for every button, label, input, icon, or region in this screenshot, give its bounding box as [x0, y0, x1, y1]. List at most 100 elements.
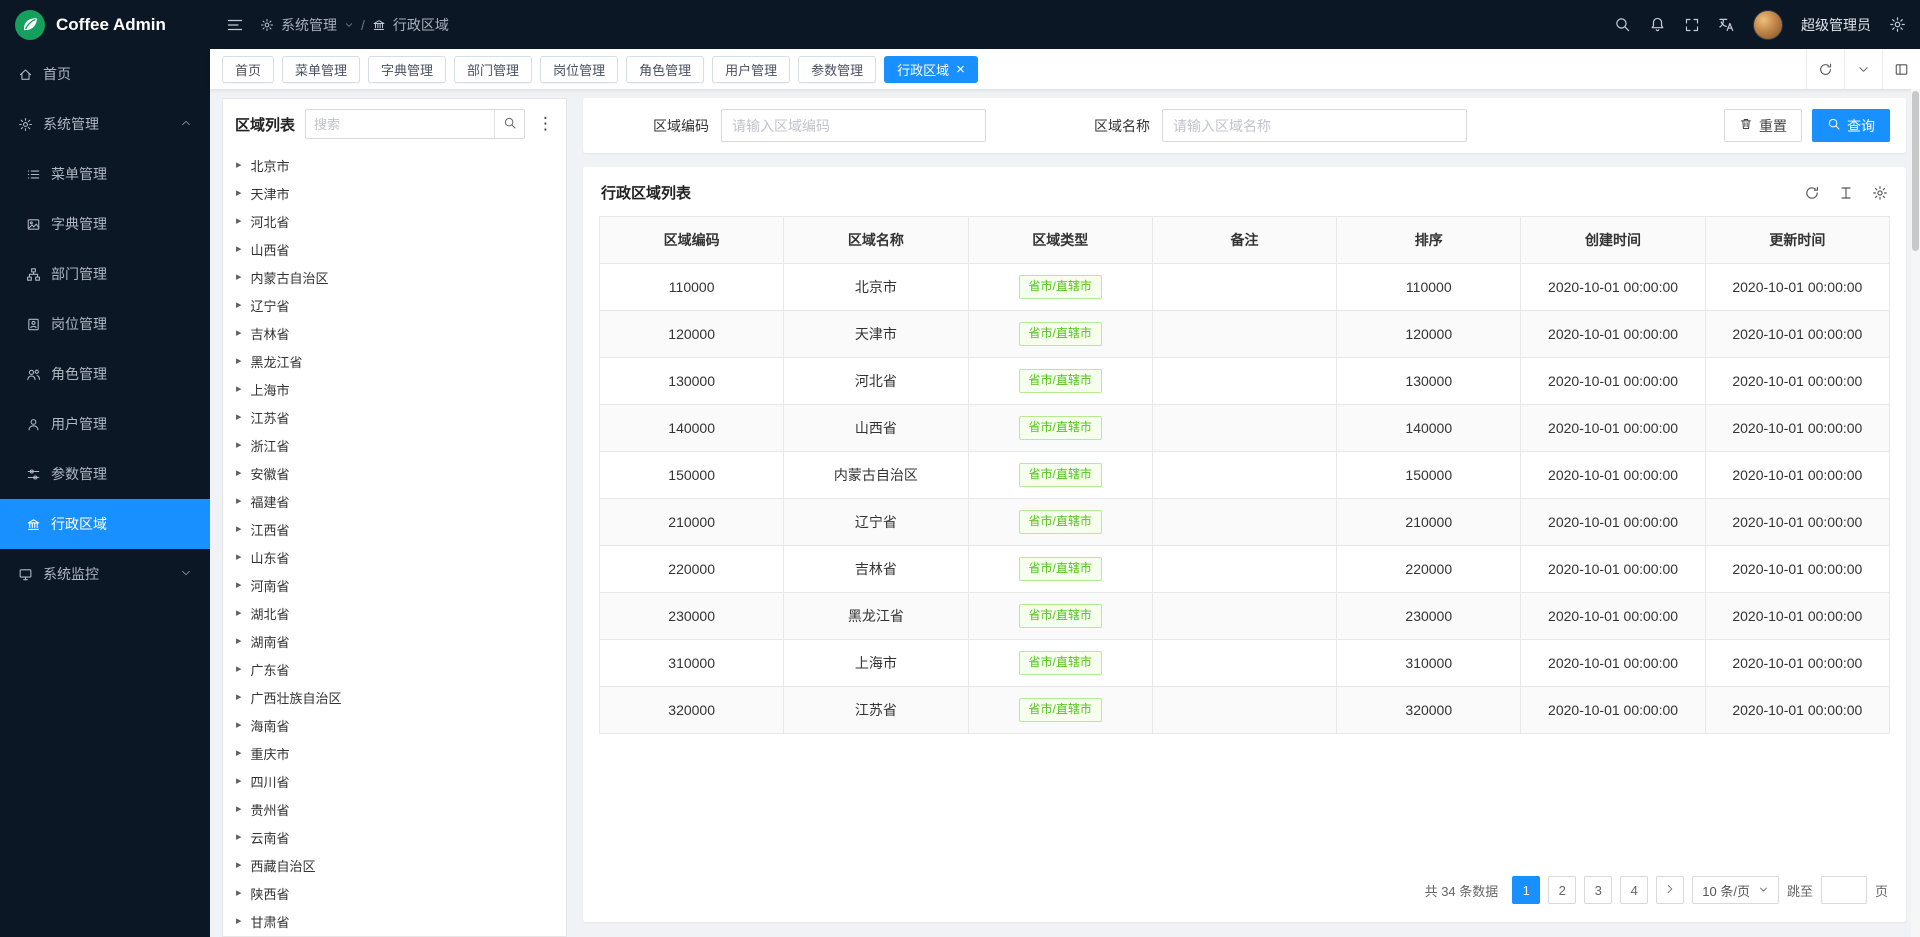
chevron-right-icon[interactable]: ▸	[236, 496, 242, 507]
tree-item-西藏自治区[interactable]: ▸西藏自治区	[223, 851, 566, 879]
sidebar-item-字典管理[interactable]: 字典管理	[0, 199, 210, 249]
sidebar-item-部门管理[interactable]: 部门管理	[0, 249, 210, 299]
user-name[interactable]: 超级管理员	[1801, 15, 1871, 35]
chevron-right-icon[interactable]: ▸	[236, 384, 242, 395]
chevron-right-icon[interactable]: ▸	[236, 916, 242, 927]
tree-item-吉林省[interactable]: ▸吉林省	[223, 319, 566, 347]
chevron-right-icon[interactable]: ▸	[236, 272, 242, 283]
tree-item-黑龙江省[interactable]: ▸黑龙江省	[223, 347, 566, 375]
tree-item-广东省[interactable]: ▸广东省	[223, 655, 566, 683]
tree-item-河南省[interactable]: ▸河南省	[223, 571, 566, 599]
chevron-right-icon[interactable]: ▸	[236, 580, 242, 591]
sidebar-item-行政区域[interactable]: 行政区域	[0, 499, 210, 549]
tree-item-浙江省[interactable]: ▸浙江省	[223, 431, 566, 459]
app-logo[interactable]: Coffee Admin	[0, 0, 210, 49]
tree-item-重庆市[interactable]: ▸重庆市	[223, 739, 566, 767]
table-row-140000[interactable]: 140000山西省省市/直辖市1400002020-10-01 00:00:00…	[600, 405, 1890, 452]
tree-item-辽宁省[interactable]: ▸辽宁省	[223, 291, 566, 319]
tree-item-湖南省[interactable]: ▸湖南省	[223, 627, 566, 655]
page-button-3[interactable]: 3	[1584, 876, 1612, 904]
region-code-input[interactable]	[721, 109, 986, 142]
region-name-input[interactable]	[1162, 109, 1467, 142]
page-button-4[interactable]: 4	[1620, 876, 1648, 904]
chevron-right-icon[interactable]: ▸	[236, 608, 242, 619]
sidebar-item-home[interactable]: 首页	[0, 49, 210, 99]
chevron-right-icon[interactable]: ▸	[236, 244, 242, 255]
tree-item-河北省[interactable]: ▸河北省	[223, 207, 566, 235]
sidebar-item-角色管理[interactable]: 角色管理	[0, 349, 210, 399]
tree-item-江苏省[interactable]: ▸江苏省	[223, 403, 566, 431]
tab-角色管理[interactable]: 角色管理	[626, 56, 704, 83]
fullscreen-icon[interactable]	[1684, 17, 1700, 33]
settings-gear-icon[interactable]	[1889, 16, 1906, 33]
tab-岗位管理[interactable]: 岗位管理	[540, 56, 618, 83]
tab-行政区域[interactable]: 行政区域×	[884, 56, 978, 83]
table-row-110000[interactable]: 110000北京市省市/直辖市1100002020-10-01 00:00:00…	[600, 264, 1890, 311]
refresh-icon[interactable]	[1804, 185, 1820, 201]
reset-button[interactable]: 重置	[1724, 109, 1802, 142]
tree-item-江西省[interactable]: ▸江西省	[223, 515, 566, 543]
chevron-right-icon[interactable]: ▸	[236, 636, 242, 647]
sidebar-item-用户管理[interactable]: 用户管理	[0, 399, 210, 449]
sidebar-item-菜单管理[interactable]: 菜单管理	[0, 149, 210, 199]
avatar[interactable]	[1753, 10, 1783, 40]
row-density-icon[interactable]	[1838, 185, 1854, 201]
tree-item-北京市[interactable]: ▸北京市	[223, 151, 566, 179]
sidebar-collapse-icon[interactable]	[226, 16, 244, 34]
page-button-2[interactable]: 2	[1548, 876, 1576, 904]
sidebar-item-参数管理[interactable]: 参数管理	[0, 449, 210, 499]
next-page-button[interactable]	[1656, 876, 1684, 904]
chevron-right-icon[interactable]: ▸	[236, 888, 242, 899]
tab-字典管理[interactable]: 字典管理	[368, 56, 446, 83]
tree-item-福建省[interactable]: ▸福建省	[223, 487, 566, 515]
tree-item-内蒙古自治区[interactable]: ▸内蒙古自治区	[223, 263, 566, 291]
tree-search-input[interactable]	[306, 110, 494, 138]
tree-item-湖北省[interactable]: ▸湖北省	[223, 599, 566, 627]
chevron-right-icon[interactable]: ▸	[236, 804, 242, 815]
tree-item-海南省[interactable]: ▸海南省	[223, 711, 566, 739]
tree-item-天津市[interactable]: ▸天津市	[223, 179, 566, 207]
table-row-150000[interactable]: 150000内蒙古自治区省市/直辖市1500002020-10-01 00:00…	[600, 452, 1890, 499]
chevron-right-icon[interactable]: ▸	[236, 776, 242, 787]
tree-item-上海市[interactable]: ▸上海市	[223, 375, 566, 403]
tab-menu-chevron-icon[interactable]	[1844, 49, 1882, 89]
table-row-120000[interactable]: 120000天津市省市/直辖市1200002020-10-01 00:00:00…	[600, 311, 1890, 358]
chevron-right-icon[interactable]: ▸	[236, 832, 242, 843]
tab-参数管理[interactable]: 参数管理	[798, 56, 876, 83]
tab-菜单管理[interactable]: 菜单管理	[282, 56, 360, 83]
chevron-right-icon[interactable]: ▸	[236, 664, 242, 675]
sidebar-item-岗位管理[interactable]: 岗位管理	[0, 299, 210, 349]
sidebar-section-monitor[interactable]: 系统监控	[0, 549, 210, 599]
more-options-icon[interactable]: ⋮	[535, 114, 556, 134]
tree-item-陕西省[interactable]: ▸陕西省	[223, 879, 566, 907]
chevron-right-icon[interactable]: ▸	[236, 440, 242, 451]
search-icon[interactable]	[1614, 16, 1631, 33]
chevron-right-icon[interactable]: ▸	[236, 412, 242, 423]
chevron-right-icon[interactable]: ▸	[236, 524, 242, 535]
jump-page-input[interactable]	[1821, 876, 1867, 904]
table-row-320000[interactable]: 320000江苏省省市/直辖市3200002020-10-01 00:00:00…	[600, 687, 1890, 734]
chevron-right-icon[interactable]: ▸	[236, 552, 242, 563]
chevron-right-icon[interactable]: ▸	[236, 328, 242, 339]
close-icon[interactable]: ×	[956, 62, 965, 77]
chevron-right-icon[interactable]: ▸	[236, 216, 242, 227]
breadcrumb-section[interactable]: 系统管理	[281, 15, 337, 35]
tree-item-山东省[interactable]: ▸山东省	[223, 543, 566, 571]
tab-首页[interactable]: 首页	[222, 56, 274, 83]
table-row-130000[interactable]: 130000河北省省市/直辖市1300002020-10-01 00:00:00…	[600, 358, 1890, 405]
tree-item-甘肃省[interactable]: ▸甘肃省	[223, 907, 566, 935]
tree-item-云南省[interactable]: ▸云南省	[223, 823, 566, 851]
chevron-right-icon[interactable]: ▸	[236, 692, 242, 703]
chevron-right-icon[interactable]: ▸	[236, 300, 242, 311]
chevron-right-icon[interactable]: ▸	[236, 720, 242, 731]
table-row-310000[interactable]: 310000上海市省市/直辖市3100002020-10-01 00:00:00…	[600, 640, 1890, 687]
chevron-right-icon[interactable]: ▸	[236, 160, 242, 171]
scrollbar-thumb[interactable]	[1912, 91, 1919, 251]
scrollbar[interactable]	[1911, 89, 1920, 937]
chevron-right-icon[interactable]: ▸	[236, 860, 242, 871]
chevron-right-icon[interactable]: ▸	[236, 356, 242, 367]
tab-部门管理[interactable]: 部门管理	[454, 56, 532, 83]
table-row-220000[interactable]: 220000吉林省省市/直辖市2200002020-10-01 00:00:00…	[600, 546, 1890, 593]
tab-用户管理[interactable]: 用户管理	[712, 56, 790, 83]
sidebar-section-system[interactable]: 系统管理	[0, 99, 210, 149]
